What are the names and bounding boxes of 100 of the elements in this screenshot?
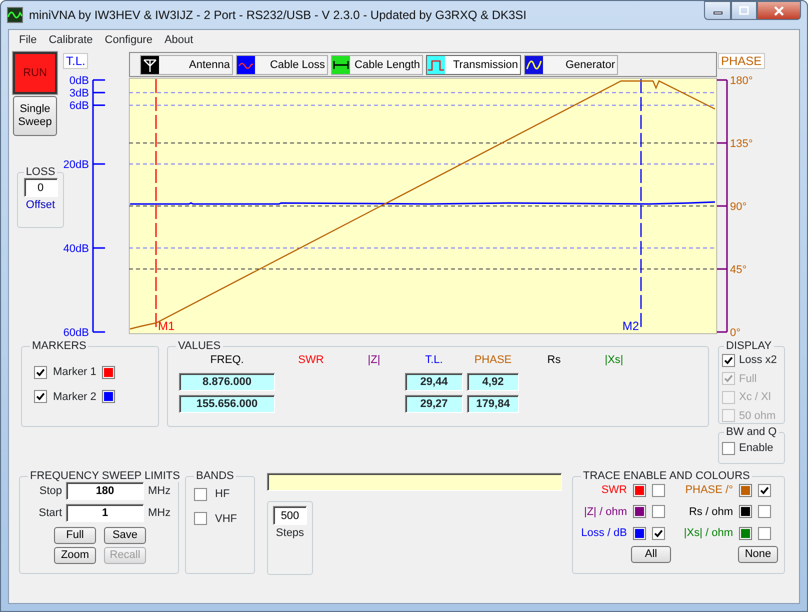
column-header: Rs <box>547 354 561 366</box>
group-title: DISPLAY <box>725 340 773 352</box>
option-label: Loss x2 <box>739 353 777 368</box>
color-swatch[interactable] <box>739 505 752 518</box>
maximize-button[interactable] <box>731 1 757 20</box>
steps-label: Steps <box>274 526 306 541</box>
length-icon <box>332 56 350 74</box>
maximize-icon <box>739 6 749 15</box>
tab[interactable]: Antenna <box>140 55 233 75</box>
axis-label: 6dB <box>69 100 89 112</box>
value-field: 4,92 <box>467 372 519 390</box>
checkbox[interactable] <box>758 484 771 497</box>
group-title: MARKERS <box>31 340 88 352</box>
trace-button[interactable]: None <box>738 546 778 562</box>
steps-field[interactable]: 500 <box>273 506 307 525</box>
color-swatch[interactable] <box>102 390 116 404</box>
group-title: FREQUENCY SWEEP LIMITS <box>29 470 181 482</box>
marker-label: Marker 2 <box>53 390 96 404</box>
axis-label: 0° <box>730 327 741 339</box>
minimize-button[interactable] <box>704 1 731 20</box>
single-sweep-button[interactable]: Single Sweep <box>13 96 57 136</box>
app-icon <box>7 7 23 23</box>
checkbox[interactable] <box>34 366 47 379</box>
unit-label: MHz <box>148 484 171 499</box>
trace-button[interactable]: All <box>631 546 671 562</box>
column-header: FREQ. <box>210 354 244 366</box>
menu-item[interactable]: Calibrate <box>42 32 99 48</box>
axis-label: 45° <box>730 264 747 276</box>
field-label: Stop <box>38 484 62 499</box>
tab[interactable]: Transmission <box>426 55 521 75</box>
value-field: 8.876.000 <box>179 372 275 390</box>
axis-label: 40dB <box>63 243 89 255</box>
axis-label: 0dB <box>69 75 89 87</box>
checkbox[interactable] <box>758 505 771 518</box>
value-field: 29,27 <box>405 394 463 412</box>
checkbox[interactable] <box>34 390 47 404</box>
field-label: Start <box>38 506 62 521</box>
checkbox[interactable] <box>758 526 771 540</box>
trace-label: SWR <box>601 483 627 498</box>
option-label: Full <box>739 372 757 386</box>
antenna-icon <box>141 56 159 74</box>
option-label: HF <box>215 487 230 502</box>
option-label: 50 ohm <box>739 408 776 424</box>
column-header: SWR <box>298 354 324 366</box>
window-title: miniVNA by IW3HEV & IW3IJZ - 2 Port - RS232/USB - V 2.3.0 - Updated by G3RXQ & DK3SI <box>29 7 527 24</box>
checkbox[interactable] <box>722 354 735 367</box>
axis-label: 20dB <box>63 159 89 171</box>
axis-title: T.L. <box>63 53 88 69</box>
sine-icon <box>525 56 543 74</box>
color-swatch[interactable] <box>739 484 752 497</box>
column-header: |Z| <box>368 354 380 366</box>
checkbox[interactable] <box>194 512 207 526</box>
axis-label: 90° <box>730 201 747 213</box>
offset-field[interactable]: 0 <box>24 178 58 197</box>
checkbox[interactable] <box>194 488 207 501</box>
color-swatch[interactable] <box>739 526 752 540</box>
color-swatch[interactable] <box>633 505 646 518</box>
sweep-button[interactable]: Zoom <box>54 547 96 564</box>
menu-item[interactable]: File <box>13 32 43 48</box>
option-label: Enable <box>739 441 774 456</box>
group-title: BW and Q <box>725 426 778 438</box>
tab[interactable]: Generator <box>524 55 618 75</box>
column-header: T.L. <box>425 354 443 366</box>
trace-label: PHASE /° <box>685 483 733 498</box>
close-button[interactable] <box>757 1 801 20</box>
checkbox[interactable] <box>652 505 665 518</box>
unit-label: MHz <box>148 506 171 521</box>
color-swatch[interactable] <box>633 484 646 497</box>
tab[interactable]: Cable Loss <box>236 55 328 75</box>
trace-label: |Z| / ohm <box>584 504 627 520</box>
column-header: |Xs| <box>604 354 624 366</box>
group-title: VALUES <box>177 340 222 352</box>
value-field: 29,44 <box>405 372 463 390</box>
trace-label: Rs / ohm <box>688 504 733 520</box>
checkbox[interactable] <box>722 442 735 455</box>
frequency-field[interactable]: 180 <box>66 482 144 500</box>
wave-icon <box>237 56 255 74</box>
axis-label: 3dB <box>69 88 89 100</box>
checkbox[interactable] <box>652 484 665 497</box>
marker-label: M2 <box>622 319 639 333</box>
option-label: Xc / Xl <box>739 390 771 405</box>
tab[interactable]: Cable Length <box>331 55 423 75</box>
color-swatch[interactable] <box>633 526 646 540</box>
marker-label: M1 <box>158 319 175 333</box>
offset-label: Offset <box>26 199 56 211</box>
trace-label: Loss / dB <box>581 526 627 541</box>
sweep-button[interactable]: Full <box>54 527 96 544</box>
axis-label: 60dB <box>63 327 89 339</box>
checkbox[interactable] <box>652 526 665 540</box>
value-field: 155.656.000 <box>179 394 275 412</box>
color-swatch[interactable] <box>102 366 116 379</box>
menu-item[interactable]: Configure <box>98 32 158 48</box>
group-title: LOSS <box>24 166 56 178</box>
pulse-icon <box>427 56 445 74</box>
option-label: VHF <box>215 512 237 526</box>
menu-item[interactable]: About <box>158 32 200 48</box>
frequency-field[interactable]: 1 <box>66 504 144 522</box>
sweep-button[interactable]: Save <box>104 527 146 544</box>
close-icon <box>773 6 785 16</box>
group-title: TRACE ENABLE AND COLOURS <box>582 470 751 482</box>
